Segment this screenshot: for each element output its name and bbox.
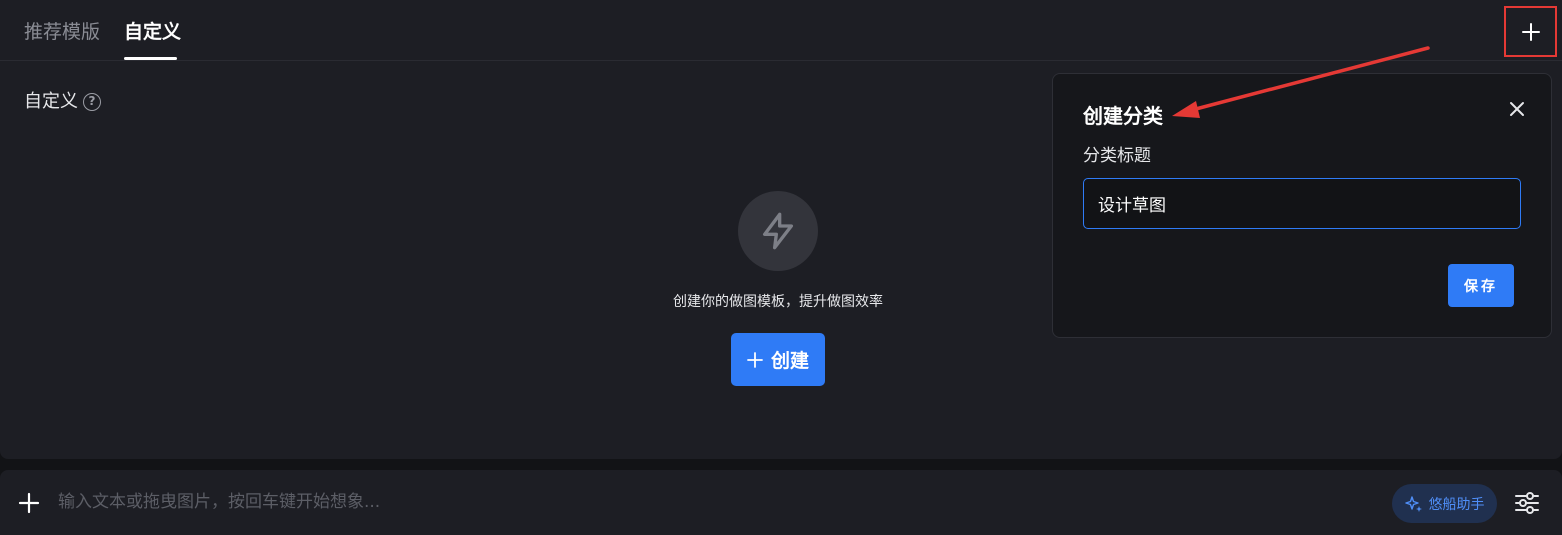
active-tab-indicator bbox=[124, 57, 177, 60]
plus-icon[interactable] bbox=[18, 492, 40, 514]
prompt-bar: 悠船助手 bbox=[0, 470, 1562, 535]
section-title: 自定义 bbox=[24, 91, 78, 112]
empty-state-text: 创建你的做图模板，提升做图效率 bbox=[673, 294, 883, 310]
tab-recommended-templates[interactable]: 推荐模版 bbox=[24, 19, 100, 45]
popover-title: 创建分类 bbox=[1083, 104, 1163, 128]
save-button[interactable]: 保存 bbox=[1448, 264, 1514, 307]
category-title-label: 分类标题 bbox=[1083, 146, 1151, 166]
lightning-icon bbox=[763, 212, 793, 250]
close-icon[interactable] bbox=[1508, 100, 1526, 118]
create-button-label: 创建 bbox=[770, 350, 809, 372]
prompt-input[interactable] bbox=[58, 486, 1358, 518]
category-title-input[interactable] bbox=[1083, 178, 1521, 229]
assistant-label: 悠船助手 bbox=[1428, 496, 1485, 513]
plus-icon bbox=[747, 351, 763, 368]
add-category-button[interactable] bbox=[1504, 6, 1557, 57]
plus-icon bbox=[1521, 22, 1540, 41]
sparkle-icon bbox=[1404, 495, 1422, 512]
question-circle-icon[interactable]: ? bbox=[83, 93, 101, 111]
create-template-button[interactable]: 创建 bbox=[731, 333, 825, 386]
assistant-button[interactable]: 悠船助手 bbox=[1392, 484, 1497, 523]
empty-state-icon bbox=[738, 191, 818, 271]
create-category-popover: 创建分类 分类标题 保存 bbox=[1052, 73, 1552, 338]
tab-bar: 推荐模版 自定义 bbox=[0, 0, 1562, 61]
settings-sliders-icon[interactable] bbox=[1514, 490, 1540, 516]
tab-custom[interactable]: 自定义 bbox=[124, 19, 181, 45]
